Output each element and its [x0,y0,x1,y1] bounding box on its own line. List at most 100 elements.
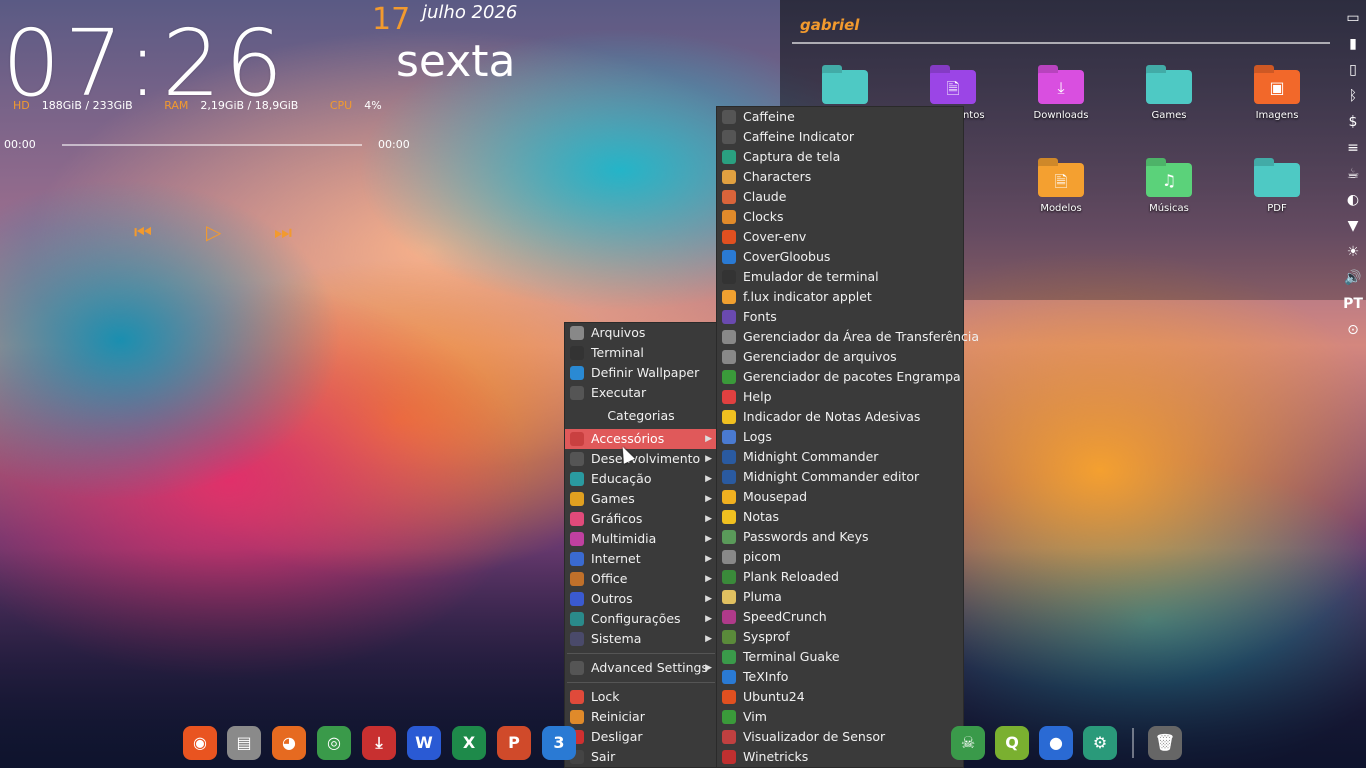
app-item[interactable]: Indicador de Notas Adesivas [717,407,963,427]
app-item[interactable]: Visualizador de Sensor [717,727,963,747]
firefox-icon[interactable]: ◕ [272,726,306,760]
category-item[interactable]: Accessórios ▶ [565,429,717,449]
tray-icon[interactable]: ᛒ [1338,88,1366,104]
tray-icon[interactable]: ▭ [1338,10,1366,26]
desktop-folder[interactable]: ▣ Imagens [1233,70,1321,121]
app-item[interactable]: SpeedCrunch [717,607,963,627]
installer-icon[interactable]: ⤓ [362,726,396,760]
tray-icon[interactable]: ☕ [1338,166,1366,182]
app-item[interactable]: Gerenciador de arquivos [717,347,963,367]
word-icon[interactable]: W [407,726,441,760]
category-item[interactable]: Desenvolvimento ▶ [565,449,717,469]
app-item[interactable]: Winetricks [717,747,963,767]
app-item[interactable]: Emulador de terminal [717,267,963,287]
session-action-item[interactable]: Desligar [565,727,717,747]
desktop-folder[interactable]: ♫ Músicas [1125,163,1213,214]
files-icon[interactable]: ▤ [227,726,261,760]
menu-item-label: Lock [591,689,620,704]
app-item-icon [722,230,736,244]
tray-icon[interactable]: ▼ [1338,218,1366,234]
app-item[interactable]: Gerenciador de pacotes Engrampa [717,367,963,387]
session-action-item[interactable]: Reiniciar [565,707,717,727]
player-progress[interactable] [62,144,362,146]
app-item[interactable]: picom [717,547,963,567]
app-item[interactable]: Pluma [717,587,963,607]
qgis-icon[interactable]: Q [995,726,1029,760]
app-item[interactable]: CoverGloobus [717,247,963,267]
app-item[interactable]: f.lux indicator applet [717,287,963,307]
menu-item[interactable]: Definir Wallpaper [565,363,717,383]
desktop-folder[interactable]: ⤓ Downloads [1017,70,1105,121]
trash-icon[interactable]: 🗑 [1148,726,1182,760]
desktop-folder[interactable] [801,70,889,110]
tray-icon[interactable]: PT [1338,296,1366,312]
powerpoint-icon[interactable]: P [497,726,531,760]
app-item[interactable]: Caffeine Indicator [717,127,963,147]
desktop-folder[interactable]: Games [1125,70,1213,121]
category-item[interactable]: Outros ▶ [565,589,717,609]
application-menu: Arquivos Terminal Definir Wallpaper Executa… [564,322,718,768]
app-item[interactable]: Help [717,387,963,407]
previous-icon[interactable]: ⏮ [134,222,152,242]
category-item[interactable]: Gráficos ▶ [565,509,717,529]
app-item[interactable]: Sysprof [717,627,963,647]
tray-icon[interactable]: $ [1338,114,1366,130]
app-item[interactable]: Fonts [717,307,963,327]
chrome-icon[interactable]: ◎ [317,726,351,760]
session-action-item[interactable]: Sair [565,747,717,767]
app-item[interactable]: Ubuntu24 [717,687,963,707]
category-item[interactable]: Sistema ▶ [565,629,717,649]
excel-icon[interactable]: X [452,726,486,760]
menu-item[interactable]: Terminal [565,343,717,363]
category-item[interactable]: Internet ▶ [565,549,717,569]
tray-icon[interactable]: ≡ [1338,140,1366,156]
app-item[interactable]: Claude [717,187,963,207]
desktop-folder[interactable]: PDF [1233,163,1321,214]
app-3-icon[interactable]: 3 [542,726,576,760]
app-item[interactable]: TeXInfo [717,667,963,687]
settings-icon[interactable]: ⚙ [1083,726,1117,760]
tray-icon[interactable]: ▮ [1338,36,1366,52]
category-item[interactable]: Games ▶ [565,489,717,509]
app-item[interactable]: Clocks [717,207,963,227]
app-item[interactable]: Gerenciador da Área de Transferência [717,327,979,347]
tray-icon[interactable]: ◐ [1338,192,1366,208]
app-item[interactable]: Caffeine [717,107,963,127]
ubuntu-icon[interactable]: ◉ [183,726,217,760]
category-item[interactable]: Multimidia ▶ [565,529,717,549]
category-item[interactable]: Educação ▶ [565,469,717,489]
tray-icon[interactable]: ⊙ [1338,322,1366,338]
app-item[interactable]: Midnight Commander editor [717,467,963,487]
app-item[interactable]: Mousepad [717,487,963,507]
app-item[interactable]: Plank Reloaded [717,567,963,587]
guake-icon[interactable]: ☠ [951,726,985,760]
app-item[interactable]: Midnight Commander [717,447,963,467]
app-item[interactable]: Notas [717,507,963,527]
app-item[interactable]: Captura de tela [717,147,963,167]
menu-item-label: Internet [591,551,641,566]
tray-icon[interactable]: 🔊 [1338,270,1366,286]
player-total: 00:00 [378,138,410,151]
app-item[interactable]: Terminal Guake [717,647,963,667]
user-name: gabriel [800,16,860,34]
chevron-right-icon: ▶ [705,614,712,624]
tray-icon[interactable]: ☀ [1338,244,1366,260]
category-item[interactable]: Configurações ▶ [565,609,717,629]
desktop-folder[interactable]: 🗎 Modelos [1017,163,1105,214]
category-item[interactable]: Office ▶ [565,569,717,589]
advanced-settings-item[interactable]: Advanced Settings ▶ [565,658,717,678]
app-item[interactable]: Vim [717,707,963,727]
app-item[interactable]: Cover-env [717,227,963,247]
globe-icon[interactable]: ● [1039,726,1073,760]
tray-icon[interactable]: ▯ [1338,62,1366,78]
app-item[interactable]: Passwords and Keys [717,527,963,547]
next-icon[interactable]: ⏭ [274,222,292,242]
menu-item[interactable]: Arquivos [565,323,717,343]
session-action-item[interactable]: Lock [565,687,717,707]
menu-item-icon [570,326,584,340]
cpu-value: 4% [364,99,382,112]
app-item[interactable]: Logs [717,427,963,447]
menu-item[interactable]: Executar [565,383,717,403]
app-item[interactable]: Characters [717,167,963,187]
play-icon[interactable]: ▷ [206,222,221,242]
